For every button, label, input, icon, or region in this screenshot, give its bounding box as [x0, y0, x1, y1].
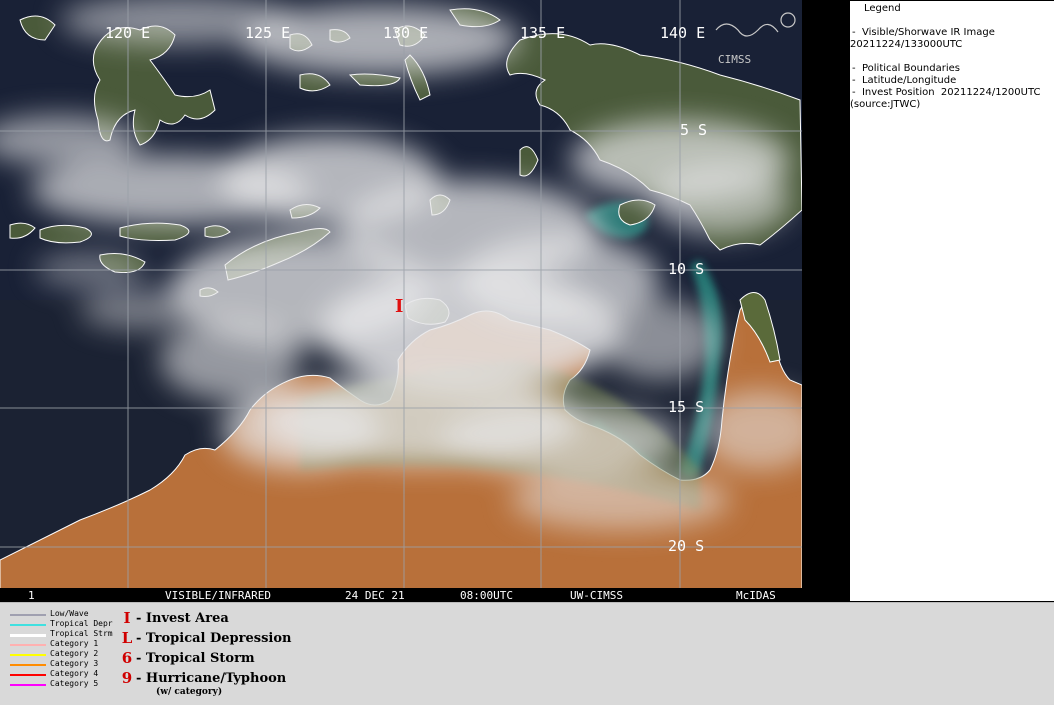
lat-label-5s: 5 S: [680, 121, 707, 139]
tropical-depression-icon: L: [121, 629, 133, 647]
legend-label-cat3: Category 3: [50, 659, 99, 668]
legend-label-cat4: Category 4: [50, 669, 99, 678]
software-label: McIDAS: [736, 589, 776, 602]
cimss-watermark: CIMSS: [718, 53, 751, 66]
time-label: 08:00UTC: [460, 589, 513, 602]
legend-line-low-wave: [10, 614, 46, 616]
lon-label-135: 135 E: [520, 24, 565, 42]
product-label: VISIBLE/INFRARED: [165, 589, 271, 602]
legend-title: Legend: [864, 3, 901, 14]
legend-boundaries: - Political Boundaries: [852, 63, 960, 74]
tropical-storm-icon: 6: [121, 649, 133, 667]
hurricane-typhoon-label: - Hurricane/Typhoon: [136, 671, 287, 686]
track-legend-panel: Low/Wave Tropical Depr Tropical Strm Cat…: [0, 602, 1054, 705]
legend-label-tropical-depr: Tropical Depr: [50, 619, 113, 628]
legend-label-cat5: Category 5: [50, 679, 99, 688]
legend-line-cat5: [10, 684, 46, 686]
legend-line-tropical-strm: [10, 634, 46, 637]
legend-line-cat2: [10, 654, 46, 656]
invest-area-icon: I: [123, 609, 131, 627]
legend-source: (source:JTWC): [850, 99, 921, 110]
lon-label-125: 125 E: [245, 24, 290, 42]
tropical-depression-label: - Tropical Depression: [136, 631, 292, 646]
lat-label-15s: 15 S: [668, 398, 704, 416]
image-border: [802, 0, 848, 602]
legend-label-tropical-strm: Tropical Strm: [50, 629, 113, 638]
legend-panel: Legend - Visible/Shorwave IR Image 20211…: [848, 0, 1054, 602]
lon-label-140: 140 E: [660, 24, 705, 42]
lat-label-20s: 20 S: [668, 537, 704, 555]
hurricane-typhoon-icon: 9: [121, 669, 133, 687]
legend-line-cat3: [10, 664, 46, 666]
legend-line-tropical-depr: [10, 624, 46, 626]
legend-label-cat2: Category 2: [50, 649, 99, 658]
legend-line-cat1: [10, 644, 46, 646]
legend-latlon: - Latitude/Longitude: [852, 75, 957, 86]
legend-image-line1: - Visible/Shorwave IR Image: [852, 27, 995, 38]
tropical-storm-label: - Tropical Storm: [136, 651, 255, 666]
source-label: UW-CIMSS: [570, 589, 623, 602]
legend-invest-position: - Invest Position 20211224/1200UTC: [852, 87, 1041, 98]
legend-label-cat1: Category 1: [50, 639, 99, 648]
category-note: (w/ category): [156, 687, 223, 697]
date-label: 24 DEC 21: [345, 589, 405, 602]
legend-image-line2: 20211224/133000UTC: [850, 39, 963, 50]
lon-label-120: 120 E: [105, 24, 150, 42]
lon-label-130: 130 E: [383, 24, 428, 42]
frame-number: 1: [28, 589, 35, 602]
invest-marker: I: [395, 296, 403, 317]
satellite-image: 120 E 125 E 130 E 135 E 140 E 5 S 10 S 1…: [0, 0, 802, 602]
lat-label-10s: 10 S: [668, 260, 704, 278]
invest-area-label: - Invest Area: [136, 611, 229, 626]
legend-label-low-wave: Low/Wave: [50, 609, 89, 618]
legend-line-cat4: [10, 674, 46, 676]
satellite-map: 120 E 125 E 130 E 135 E 140 E 5 S 10 S 1…: [0, 0, 802, 602]
